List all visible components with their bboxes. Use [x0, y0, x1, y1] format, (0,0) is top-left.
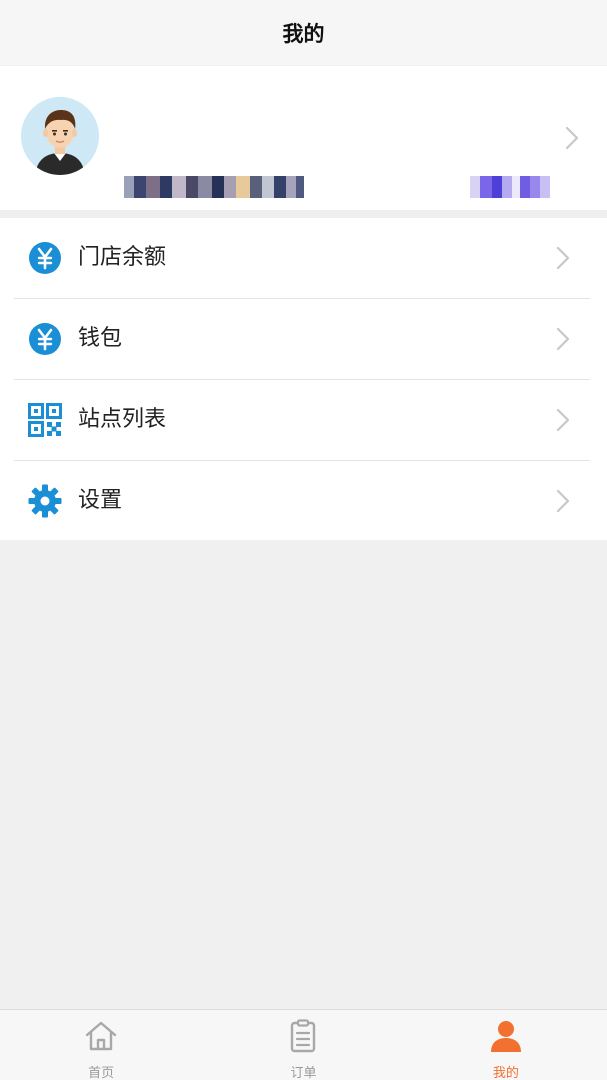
menu-item-label: 门店余额: [78, 245, 167, 270]
tab-label: 订单: [290, 1066, 317, 1080]
menu-item-settings[interactable]: 设置: [0, 461, 607, 542]
clipboard-icon: [291, 1019, 316, 1053]
gear-icon: [28, 484, 62, 518]
app-root: 我的 门店余额 钱包 站点列表 设置 首页 订单 我的: [0, 0, 607, 1080]
yuan-icon: [29, 323, 61, 355]
qr-code-icon: [28, 403, 62, 437]
page-header: 我的: [0, 0, 607, 65]
menu-item-label: 钱包: [78, 326, 123, 351]
home-icon: [85, 1021, 117, 1051]
profile-card[interactable]: [0, 66, 607, 235]
person-icon: [490, 1021, 521, 1052]
tab-home[interactable]: 首页: [0, 1010, 202, 1080]
yuan-icon: [29, 242, 61, 274]
menu-item-label: 站点列表: [78, 407, 167, 432]
user-avatar-icon: [21, 97, 99, 175]
chevron-right-icon: [556, 327, 570, 351]
redacted-right-info: [470, 176, 550, 198]
section-separator: [0, 210, 607, 218]
menu-item-store-balance[interactable]: 门店余额: [0, 218, 607, 299]
chevron-right-icon: [556, 489, 570, 513]
tab-orders[interactable]: 订单: [202, 1010, 404, 1080]
redacted-username: [124, 176, 306, 198]
tab-label: 首页: [88, 1066, 115, 1080]
tab-label: 我的: [492, 1066, 519, 1080]
bottom-tab-bar: 首页 订单 我的: [0, 1009, 607, 1080]
menu-item-wallet[interactable]: 钱包: [0, 299, 607, 380]
menu-item-label: 设置: [78, 488, 123, 513]
page-title: 我的: [282, 21, 325, 46]
menu-item-site-list[interactable]: 站点列表: [0, 380, 607, 461]
tab-mine[interactable]: 我的: [405, 1010, 607, 1080]
chevron-right-icon: [556, 246, 570, 270]
chevron-right-icon: [565, 126, 579, 150]
menu-list: 门店余额 钱包 站点列表 设置: [0, 218, 607, 540]
chevron-right-icon: [556, 408, 570, 432]
